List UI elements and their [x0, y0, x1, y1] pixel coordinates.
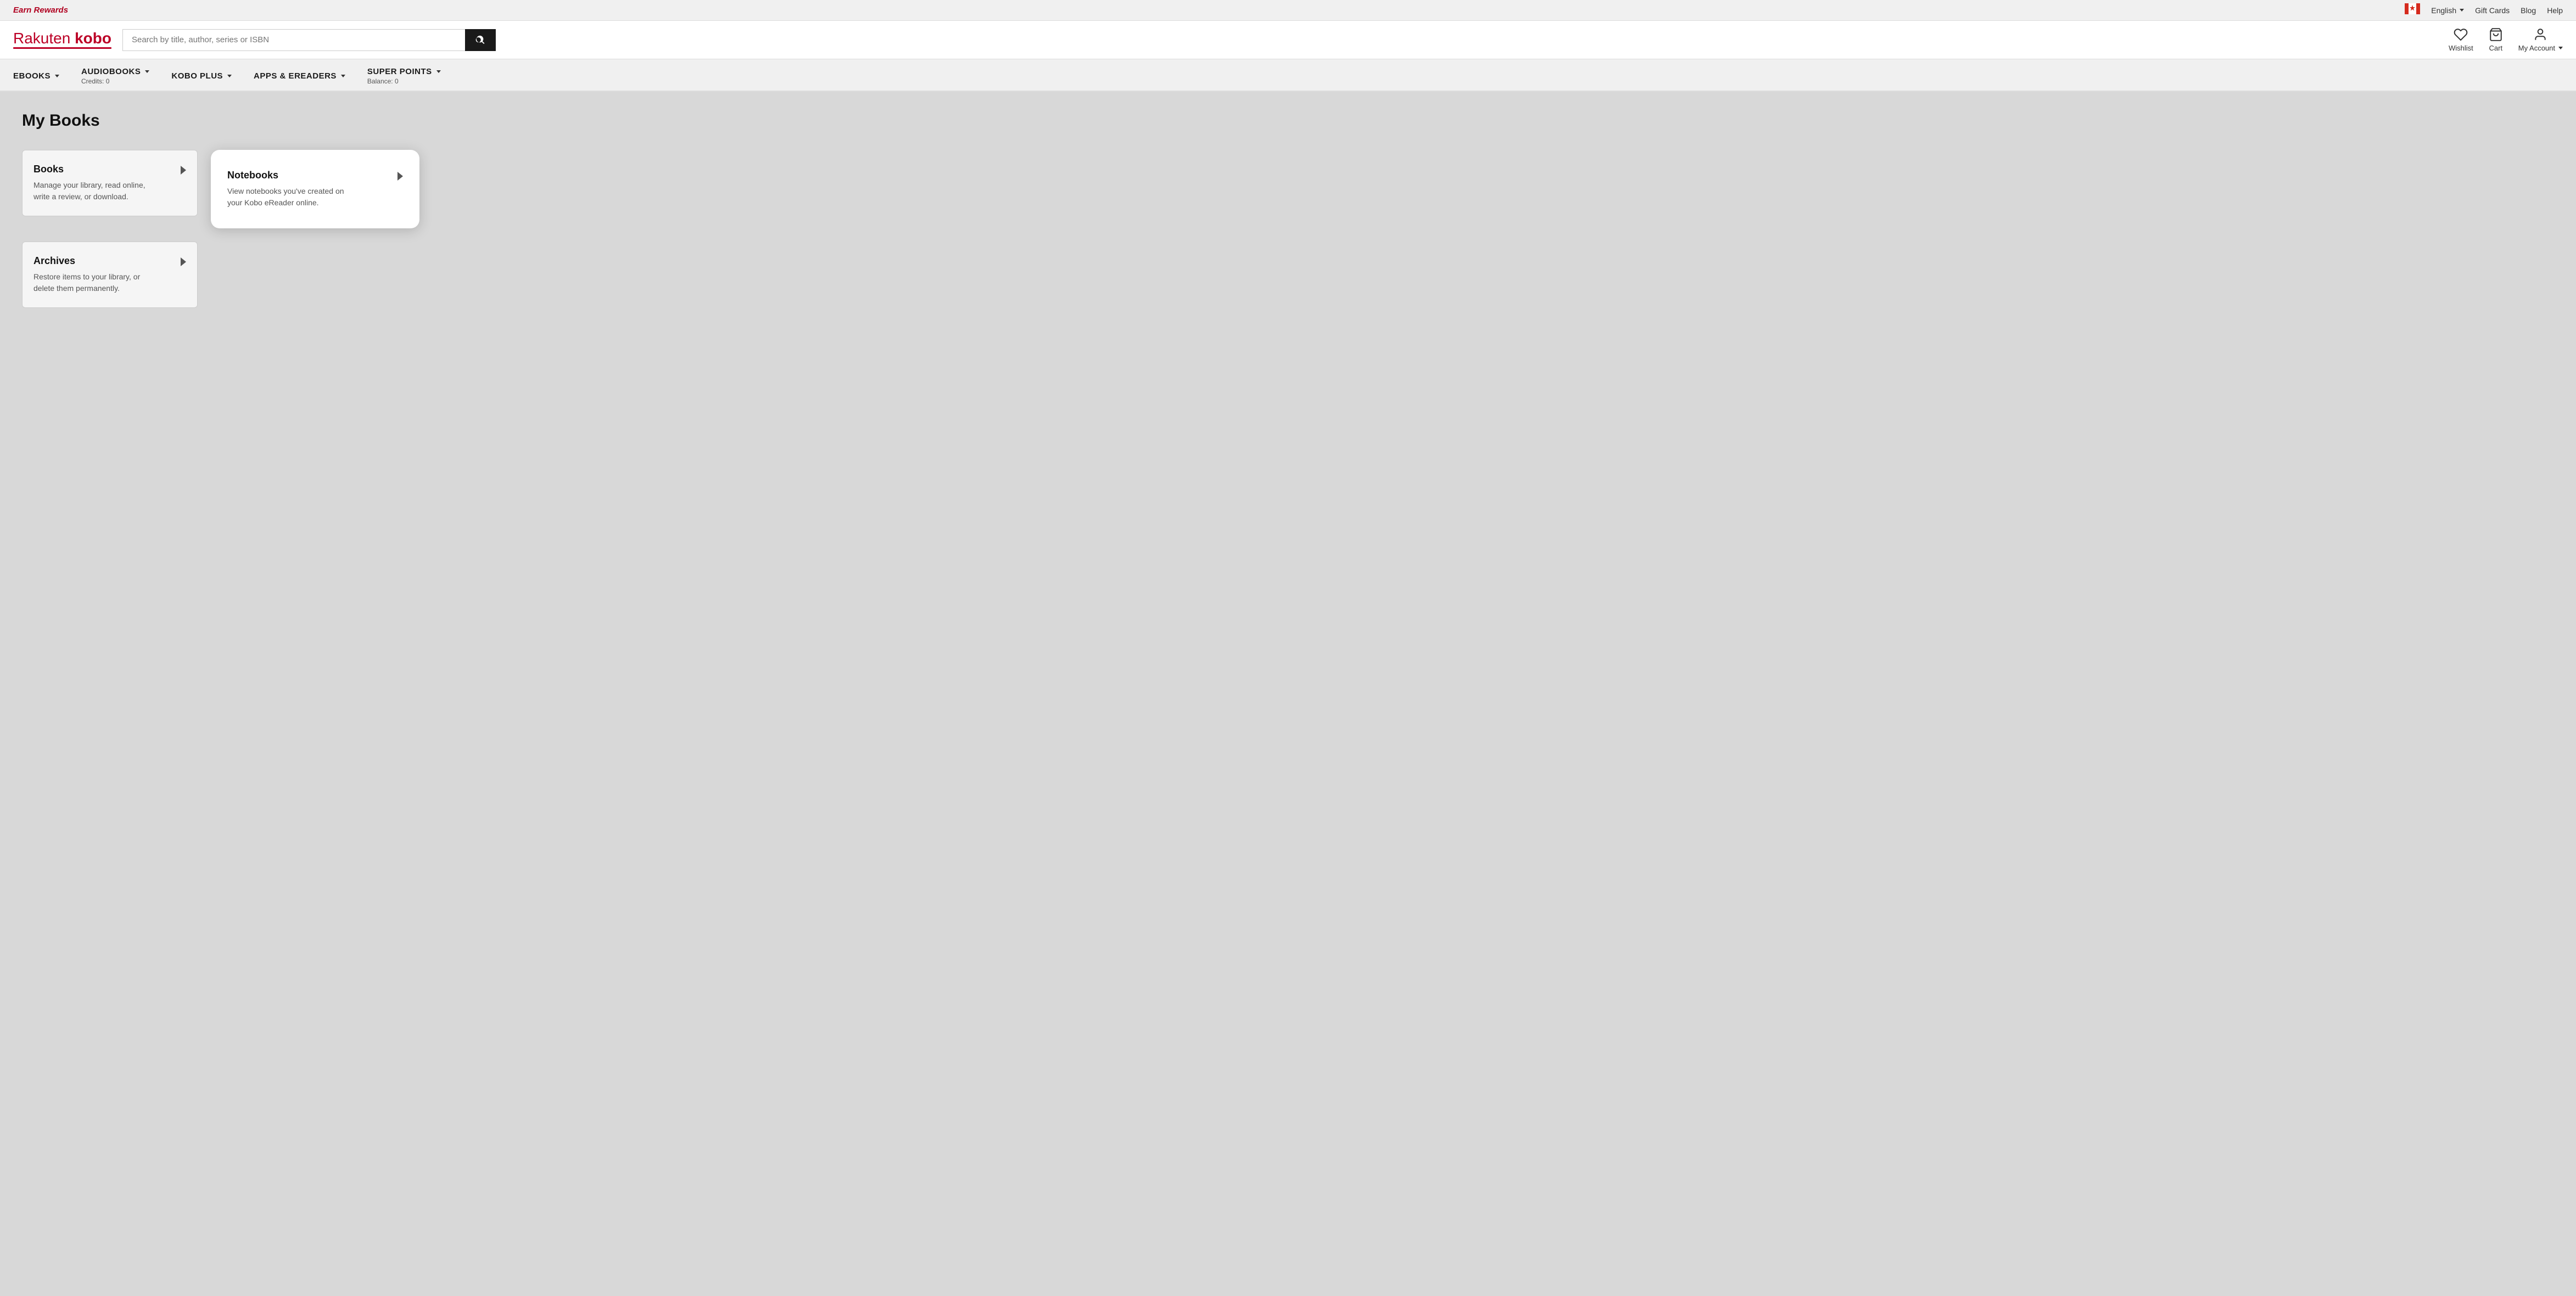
nav-item-apps[interactable]: APPS & eREADERS — [243, 64, 356, 86]
cards-row-2: Archives Restore items to your library, … — [22, 242, 2554, 308]
books-card-desc: Manage your library, read online, write … — [33, 179, 154, 203]
nav-item-superpoints[interactable]: SUPER POINTS Balance: 0 — [356, 59, 452, 91]
ebooks-chevron-icon — [55, 75, 59, 77]
top-bar: Earn Rewards English Gift Cards Blog Hel… — [0, 0, 2576, 21]
nav-item-audiobooks[interactable]: AUDIOBOOKS Credits: 0 — [70, 59, 160, 91]
heart-icon — [2454, 27, 2468, 42]
header: Rakuten kobo Wishlist Cart — [0, 21, 2576, 59]
cart-icon — [2489, 27, 2503, 42]
search-icon — [475, 35, 486, 46]
archives-card[interactable]: Archives Restore items to your library, … — [22, 242, 198, 308]
notebooks-card-title: Notebooks — [227, 170, 348, 181]
archives-card-chevron-icon — [181, 257, 186, 266]
archives-card-desc: Restore items to your library, or delete… — [33, 271, 154, 294]
books-card-title: Books — [33, 164, 154, 175]
blog-link[interactable]: Blog — [2521, 6, 2536, 15]
logo[interactable]: Rakuten kobo — [13, 31, 111, 49]
my-account-button[interactable]: My Account — [2518, 27, 2563, 52]
logo-text: Rakuten kobo — [13, 31, 111, 46]
notebooks-card-desc: View notebooks you've created on your Ko… — [227, 186, 348, 209]
header-icons: Wishlist Cart My Account — [2449, 27, 2563, 52]
canada-flag-icon[interactable] — [2405, 3, 2420, 17]
language-chevron-icon — [2460, 9, 2464, 12]
notebooks-card-chevron-icon — [397, 172, 403, 181]
audiobooks-chevron-icon — [145, 70, 149, 73]
nav-bar: eBOOKS AUDIOBOOKS Credits: 0 KOBO PLUS A… — [0, 59, 2576, 92]
language-selector[interactable]: English — [2431, 6, 2464, 15]
user-icon — [2533, 27, 2547, 42]
earn-rewards-link[interactable]: Earn Rewards — [13, 5, 68, 15]
main-content: My Books Books Manage your library, read… — [0, 92, 2576, 1278]
search-bar — [122, 29, 496, 51]
my-account-label-row: My Account — [2518, 44, 2563, 52]
koboplus-chevron-icon — [227, 75, 232, 77]
notebooks-card[interactable]: Notebooks View notebooks you've created … — [211, 150, 419, 228]
superpoints-chevron-icon — [436, 70, 441, 73]
cart-button[interactable]: Cart — [2489, 27, 2503, 52]
nav-item-ebooks[interactable]: eBOOKS — [13, 64, 70, 86]
archives-card-title: Archives — [33, 255, 154, 267]
page-title: My Books — [22, 111, 2554, 130]
search-input[interactable] — [122, 29, 465, 51]
books-card-chevron-icon — [181, 166, 186, 175]
books-card[interactable]: Books Manage your library, read online, … — [22, 150, 198, 216]
audiobooks-credits: Credits: 0 — [81, 77, 109, 85]
cards-row: Books Manage your library, read online, … — [22, 150, 2554, 228]
nav-item-koboplus[interactable]: KOBO PLUS — [160, 64, 243, 86]
help-link[interactable]: Help — [2547, 6, 2563, 15]
search-button[interactable] — [465, 29, 496, 51]
my-account-chevron-icon — [2558, 47, 2563, 49]
logo-underline — [13, 47, 111, 49]
wishlist-button[interactable]: Wishlist — [2449, 27, 2473, 52]
top-bar-left: Earn Rewards — [13, 5, 68, 15]
gift-cards-link[interactable]: Gift Cards — [2475, 6, 2510, 15]
apps-chevron-icon — [341, 75, 345, 77]
top-bar-right: English Gift Cards Blog Help — [2405, 3, 2563, 17]
superpoints-balance: Balance: 0 — [367, 77, 399, 85]
